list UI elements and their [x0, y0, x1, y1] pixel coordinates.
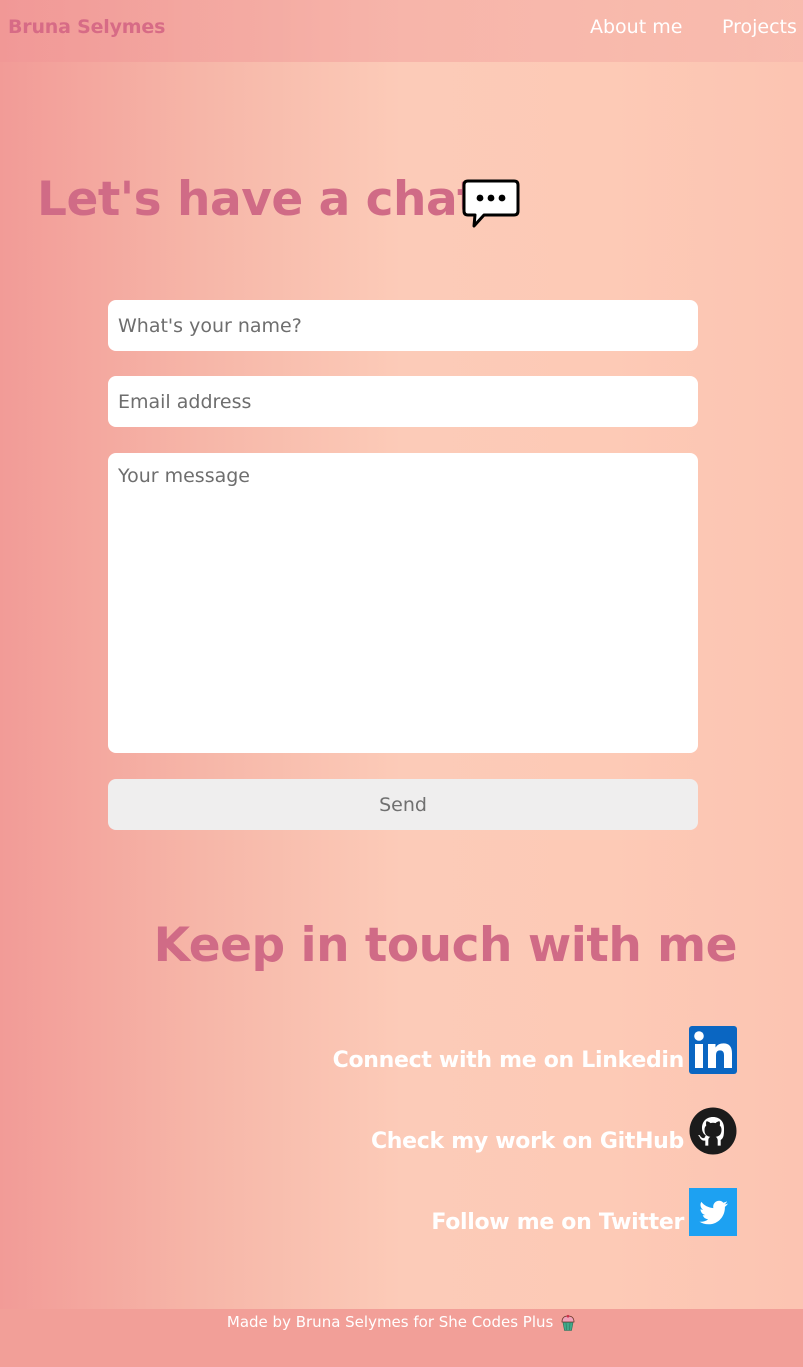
- social-link-github[interactable]: Check my work on GitHub: [371, 1107, 737, 1155]
- linkedin-icon[interactable]: [689, 1026, 737, 1074]
- navbar: Bruna Selymes About me Projects: [0, 0, 803, 62]
- name-input[interactable]: [108, 300, 698, 351]
- cupcake-icon: [561, 1314, 575, 1331]
- social-link-label[interactable]: Check my work on GitHub: [371, 1129, 684, 1155]
- social-link-twitter[interactable]: Follow me on Twitter: [431, 1188, 737, 1236]
- message-textarea[interactable]: [108, 453, 698, 753]
- social-link-linkedin[interactable]: Connect with me on Linkedin: [333, 1026, 737, 1074]
- github-icon[interactable]: [689, 1107, 737, 1155]
- twitter-icon[interactable]: [689, 1188, 737, 1236]
- speech-bubble-icon: [462, 179, 520, 228]
- email-input[interactable]: [108, 376, 698, 427]
- send-button[interactable]: Send: [108, 779, 698, 830]
- social-link-label[interactable]: Connect with me on Linkedin: [333, 1048, 685, 1074]
- footer-text-wrap: Made by Bruna Selymes for She Codes Plus: [0, 1313, 803, 1332]
- nav-link-about[interactable]: About me: [590, 16, 682, 38]
- footer-text: Made by Bruna Selymes for She Codes Plus: [226, 1313, 554, 1331]
- footer: Made by Bruna Selymes for She Codes Plus: [0, 1309, 803, 1367]
- contact-title: Let's have a chat: [37, 172, 480, 227]
- social-title: Keep in touch with me: [153, 918, 738, 973]
- nav-link-projects[interactable]: Projects: [722, 16, 797, 38]
- social-link-label[interactable]: Follow me on Twitter: [431, 1210, 684, 1236]
- brand-name[interactable]: Bruna Selymes: [8, 16, 165, 38]
